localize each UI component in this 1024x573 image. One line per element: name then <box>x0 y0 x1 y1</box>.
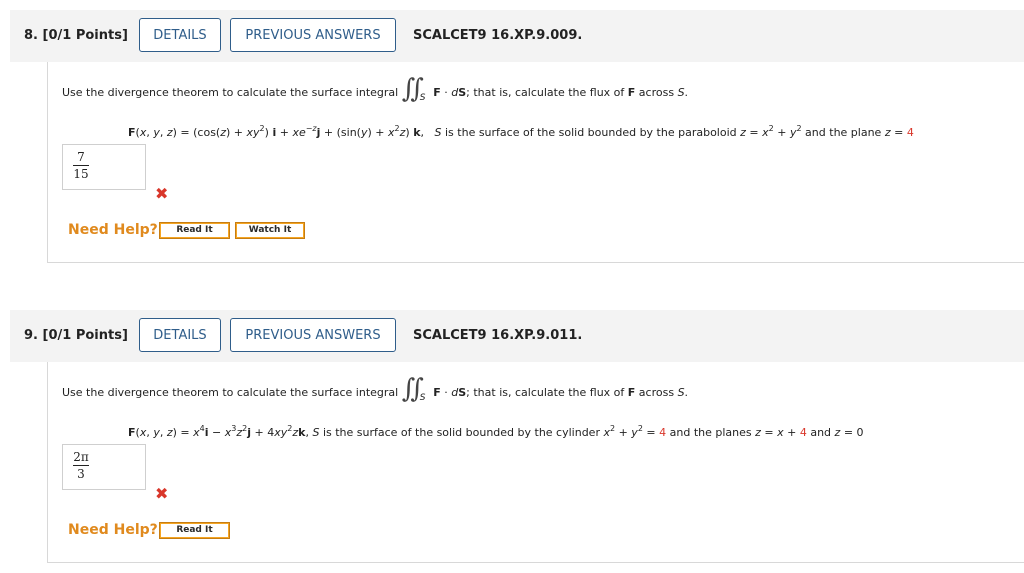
surface-integral-symbol: ∬ S <box>401 374 426 404</box>
question-reference: SCALCET9 16.XP.9.011. <box>413 328 583 343</box>
details-button[interactable]: DETAILS <box>139 18 221 52</box>
need-help-label: Need Help? <box>68 222 158 238</box>
question-body: Use the divergence theorem to calculate … <box>47 62 1024 263</box>
question-header: 9. [0/1 Points] DETAILS PREVIOUS ANSWERS… <box>10 310 1024 362</box>
question-reference: SCALCET9 16.XP.9.009. <box>413 28 583 43</box>
question-body: Use the divergence theorem to calculate … <box>47 362 1024 563</box>
previous-answers-button[interactable]: PREVIOUS ANSWERS <box>230 18 396 52</box>
need-help-label: Need Help? <box>68 522 158 538</box>
incorrect-x-icon: ✖ <box>155 484 169 503</box>
read-it-button[interactable]: Read It <box>159 522 230 539</box>
surface-integral-symbol: ∬ S <box>401 74 426 104</box>
details-button[interactable]: DETAILS <box>139 318 221 352</box>
answer-input[interactable]: 2π 3 <box>62 444 146 490</box>
previous-answers-button[interactable]: PREVIOUS ANSWERS <box>230 318 396 352</box>
question-number: 8. [0/1 Points] <box>24 28 128 43</box>
answer-fraction: 7 15 <box>73 150 89 181</box>
incorrect-x-icon: ✖ <box>155 184 169 203</box>
answer-input[interactable]: 7 15 <box>62 144 146 190</box>
vector-field-definition: F(x, y, z) = (cos(z) + xy2) i + xe−zj + … <box>128 124 914 139</box>
read-it-button[interactable]: Read It <box>159 222 230 239</box>
question-9: 9. [0/1 Points] DETAILS PREVIOUS ANSWERS… <box>0 310 1024 563</box>
question-number: 9. [0/1 Points] <box>24 328 128 343</box>
question-prompt: Use the divergence theorem to calculate … <box>62 374 688 408</box>
vector-field-definition: F(x, y, z) = x4i − x3z2j + 4xy2zk, S is … <box>128 424 864 439</box>
question-8: 8. [0/1 Points] DETAILS PREVIOUS ANSWERS… <box>0 10 1024 263</box>
question-prompt: Use the divergence theorem to calculate … <box>62 74 688 108</box>
watch-it-button[interactable]: Watch It <box>235 222 305 239</box>
question-header: 8. [0/1 Points] DETAILS PREVIOUS ANSWERS… <box>10 10 1024 62</box>
answer-fraction: 2π 3 <box>73 450 89 481</box>
